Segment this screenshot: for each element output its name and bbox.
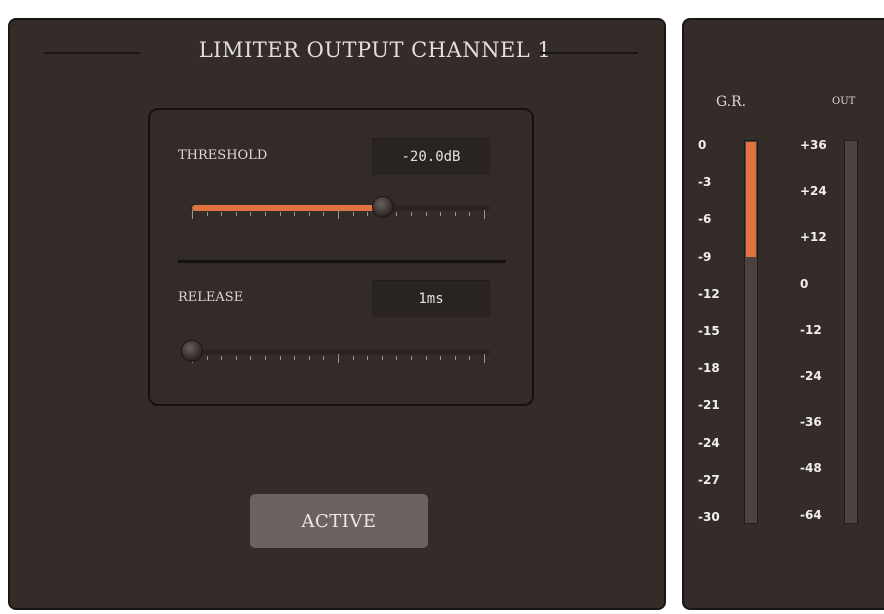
out-scale-label: +24 xyxy=(800,184,827,199)
slider-tick xyxy=(323,356,325,360)
slider-tick xyxy=(454,212,456,216)
limiter-panel: LIMITER OUTPUT CHANNEL 1 THRESHOLD -20.0… xyxy=(8,18,666,610)
gr-scale-label: -15 xyxy=(698,324,720,338)
gr-scale-label: -18 xyxy=(698,361,720,376)
slider-tick xyxy=(484,354,485,363)
slider-tick xyxy=(440,212,442,216)
slider-tick xyxy=(192,210,193,219)
gr-scale-label: -3 xyxy=(698,175,712,190)
title-rule-left xyxy=(44,52,140,54)
release-slider[interactable] xyxy=(181,338,490,366)
gr-meter-title: G.R. xyxy=(716,94,747,110)
gr-scale-label: -12 xyxy=(698,286,720,301)
threshold-label: THRESHOLD xyxy=(178,148,268,163)
slider-tick xyxy=(279,356,281,360)
slider-tick xyxy=(235,356,237,360)
gr-scale-label: -30 xyxy=(698,510,720,524)
meter-panel: G.R. OUT 0 -3 -6 -9 -12 -15 -18 -21 -24 -27 -30 +3… xyxy=(682,18,884,610)
panel-title: LIMITER OUTPUT CHANNEL 1 xyxy=(198,38,552,62)
title-rule-right xyxy=(540,52,638,54)
out-meter-title: OUT xyxy=(832,96,856,107)
gr-scale-label: -24 xyxy=(698,435,720,450)
gr-scale-label: -21 xyxy=(698,398,720,413)
release-value-field[interactable]: 1ms xyxy=(372,280,490,317)
slider-tick xyxy=(206,356,208,360)
slider-tick xyxy=(294,212,296,216)
out-scale-label: +36 xyxy=(800,138,827,152)
slider-tick xyxy=(338,354,339,363)
slider-tick xyxy=(396,356,398,360)
slider-tick xyxy=(440,356,442,360)
slider-tick xyxy=(425,356,427,360)
panel-header: LIMITER OUTPUT CHANNEL 1 xyxy=(44,38,644,68)
output-level-meter xyxy=(844,140,858,524)
parameters-box: THRESHOLD -20.0dB RELEASE 1ms xyxy=(148,108,534,406)
slider-tick xyxy=(235,212,237,216)
slider-tick xyxy=(206,212,208,216)
release-label: RELEASE xyxy=(178,290,244,305)
gr-scale-label: -9 xyxy=(698,249,712,264)
slider-tick xyxy=(352,212,354,216)
slider-tick xyxy=(294,356,296,360)
slider-tick xyxy=(265,212,266,216)
slider-tick xyxy=(323,212,325,216)
slider-tick xyxy=(221,356,223,360)
slider-tick xyxy=(367,212,369,216)
threshold-slider[interactable] xyxy=(190,194,490,222)
threshold-slider-ticks xyxy=(190,210,490,222)
slider-tick xyxy=(411,356,412,360)
slider-tick xyxy=(469,356,471,360)
slider-tick xyxy=(411,212,412,216)
slider-tick xyxy=(352,356,354,360)
slider-tick xyxy=(484,210,485,219)
threshold-value-field[interactable]: -20.0dB xyxy=(372,138,490,175)
parameter-divider xyxy=(178,260,506,263)
slider-tick xyxy=(250,356,252,360)
slider-tick xyxy=(381,356,383,360)
slider-tick xyxy=(396,212,398,216)
slider-tick xyxy=(279,212,281,216)
release-slider-knob[interactable] xyxy=(181,340,203,362)
gain-reduction-meter xyxy=(744,140,758,524)
out-scale-label: -12 xyxy=(800,322,822,337)
slider-tick xyxy=(250,212,252,216)
out-scale-label: -36 xyxy=(800,415,822,430)
slider-tick xyxy=(308,356,310,360)
slider-tick xyxy=(308,212,310,216)
slider-tick xyxy=(454,356,456,360)
out-scale-label: -48 xyxy=(800,461,822,476)
release-slider-ticks xyxy=(190,354,490,366)
slider-tick xyxy=(265,356,266,360)
gain-reduction-meter-fill xyxy=(746,142,756,257)
slider-tick xyxy=(425,212,427,216)
slider-tick xyxy=(469,212,471,216)
gr-scale-label: 0 xyxy=(698,138,707,152)
out-scale-label: +12 xyxy=(800,230,827,245)
out-scale-label: 0 xyxy=(800,276,809,291)
out-scale-label: -24 xyxy=(800,369,822,383)
out-scale-label: -64 xyxy=(800,507,822,522)
slider-tick xyxy=(338,210,339,219)
slider-tick xyxy=(367,356,369,360)
active-button[interactable]: ACTIVE xyxy=(250,494,428,548)
slider-tick xyxy=(221,212,223,216)
gr-scale-label: -6 xyxy=(698,212,712,227)
gr-scale-label: -27 xyxy=(698,472,720,487)
